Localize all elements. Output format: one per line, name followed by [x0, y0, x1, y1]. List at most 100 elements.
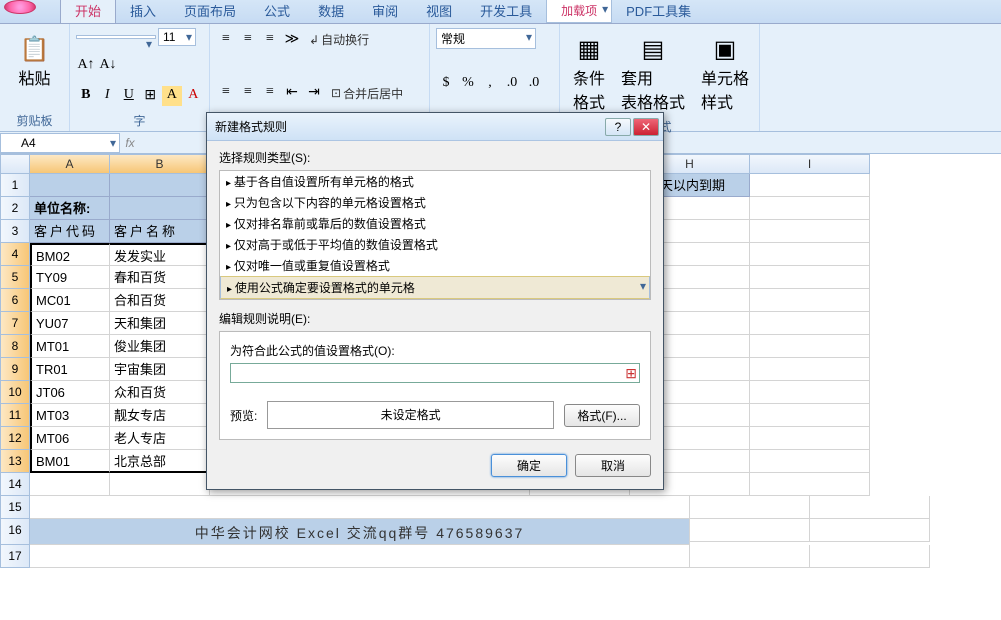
- select-all-corner[interactable]: [0, 154, 30, 174]
- row-header[interactable]: 2: [0, 197, 30, 220]
- row-header[interactable]: 12: [0, 427, 30, 450]
- cell[interactable]: [750, 289, 870, 312]
- tab-home[interactable]: 开始: [60, 0, 116, 23]
- cell[interactable]: MT01: [30, 335, 110, 358]
- indent-inc-button[interactable]: ⇥: [304, 83, 324, 103]
- dialog-titlebar[interactable]: 新建格式规则 ? ✕: [207, 113, 663, 141]
- font-color-button[interactable]: A: [184, 86, 204, 106]
- increase-font-button[interactable]: A↑: [76, 56, 96, 76]
- cell[interactable]: 北京总部: [110, 450, 210, 473]
- row-header[interactable]: 11: [0, 404, 30, 427]
- cell[interactable]: [750, 243, 870, 266]
- col-header-I[interactable]: I: [750, 154, 870, 174]
- fill-color-button[interactable]: A: [162, 86, 182, 106]
- row-header[interactable]: 3: [0, 220, 30, 243]
- cell[interactable]: TY09: [30, 266, 110, 289]
- tab-insert[interactable]: 插入: [116, 0, 170, 23]
- tab-view[interactable]: 视图: [412, 0, 466, 23]
- cell[interactable]: [690, 496, 810, 519]
- rule-type-item[interactable]: 仅对唯一值或重复值设置格式: [220, 255, 650, 276]
- dialog-close-button[interactable]: ✕: [633, 118, 659, 136]
- cell[interactable]: [690, 545, 810, 568]
- row-header[interactable]: 16: [0, 519, 30, 545]
- cell[interactable]: [30, 174, 110, 197]
- cell[interactable]: 俊业集团: [110, 335, 210, 358]
- tab-review[interactable]: 审阅: [358, 0, 412, 23]
- indent-dec-button[interactable]: ⇤: [282, 83, 302, 103]
- cell[interactable]: [110, 473, 210, 496]
- cell[interactable]: [750, 312, 870, 335]
- cell[interactable]: [750, 197, 870, 220]
- cell[interactable]: 众和百货: [110, 381, 210, 404]
- col-header-B[interactable]: B: [110, 154, 210, 174]
- cell-styles-button[interactable]: ▣单元格 样式: [694, 28, 756, 118]
- format-button[interactable]: 格式(F)...: [564, 404, 640, 427]
- cell[interactable]: 宇宙集团: [110, 358, 210, 381]
- cell[interactable]: MC01: [30, 289, 110, 312]
- cell[interactable]: 靓女专店: [110, 404, 210, 427]
- paste-button[interactable]: 📋 粘贴: [6, 28, 63, 94]
- cell[interactable]: 客户代码: [30, 220, 110, 243]
- cancel-button[interactable]: 取消: [575, 454, 651, 477]
- row-header[interactable]: 5: [0, 266, 30, 289]
- cell[interactable]: [30, 545, 690, 568]
- format-table-button[interactable]: ▤套用 表格格式: [614, 28, 692, 118]
- cell[interactable]: [110, 174, 210, 197]
- dec-decimal-button[interactable]: .0: [524, 74, 544, 94]
- cell[interactable]: [750, 381, 870, 404]
- cell[interactable]: [750, 404, 870, 427]
- cell[interactable]: [750, 358, 870, 381]
- comma-button[interactable]: ,: [480, 74, 500, 94]
- align-top-button[interactable]: ≡: [216, 30, 236, 50]
- row-header[interactable]: 10: [0, 381, 30, 404]
- tab-page-layout[interactable]: 页面布局: [170, 0, 250, 23]
- cell[interactable]: 天和集团: [110, 312, 210, 335]
- row-header[interactable]: 7: [0, 312, 30, 335]
- cell[interactable]: [750, 174, 870, 197]
- font-size-select[interactable]: 11: [158, 28, 196, 46]
- tab-formulas[interactable]: 公式: [250, 0, 304, 23]
- footer-cell[interactable]: 中华会计网校 Excel 交流qq群号 476589637: [30, 519, 690, 545]
- cell[interactable]: JT06: [30, 381, 110, 404]
- formula-input[interactable]: [230, 363, 640, 383]
- cell[interactable]: 发发实业: [110, 243, 210, 266]
- cell[interactable]: TR01: [30, 358, 110, 381]
- cell[interactable]: BM01: [30, 450, 110, 473]
- name-box[interactable]: A4: [0, 133, 120, 153]
- rule-type-item[interactable]: 基于各自值设置所有单元格的格式: [220, 171, 650, 192]
- cell[interactable]: [30, 496, 690, 519]
- ok-button[interactable]: 确定: [491, 454, 567, 477]
- row-header[interactable]: 8: [0, 335, 30, 358]
- align-bottom-button[interactable]: ≡: [260, 30, 280, 50]
- decrease-font-button[interactable]: A↓: [98, 56, 118, 76]
- align-center-button[interactable]: ≡: [238, 83, 258, 103]
- row-header[interactable]: 15: [0, 496, 30, 519]
- row-header[interactable]: 4: [0, 243, 30, 266]
- cell[interactable]: 老人专店: [110, 427, 210, 450]
- cell[interactable]: [30, 473, 110, 496]
- merge-center-button[interactable]: ⊡合并后居中: [326, 82, 408, 105]
- align-right-button[interactable]: ≡: [260, 83, 280, 103]
- cell[interactable]: [750, 266, 870, 289]
- cell[interactable]: [810, 545, 930, 568]
- cell[interactable]: [750, 427, 870, 450]
- underline-button[interactable]: U: [119, 86, 139, 106]
- cell[interactable]: [110, 197, 210, 220]
- rule-type-item[interactable]: 仅对排名靠前或靠后的数值设置格式: [220, 213, 650, 234]
- font-name-select[interactable]: [76, 35, 156, 39]
- office-button[interactable]: [4, 0, 36, 14]
- cell[interactable]: [750, 450, 870, 473]
- col-header-A[interactable]: A: [30, 154, 110, 174]
- fx-icon[interactable]: fx: [120, 136, 140, 150]
- cell[interactable]: [810, 496, 930, 519]
- cell[interactable]: 春和百货: [110, 266, 210, 289]
- cell[interactable]: MT06: [30, 427, 110, 450]
- rule-type-list[interactable]: 基于各自值设置所有单元格的格式 只为包含以下内容的单元格设置格式 仅对排名靠前或…: [219, 170, 651, 300]
- bold-button[interactable]: B: [76, 86, 96, 106]
- tab-pdf[interactable]: PDF工具集: [612, 0, 705, 23]
- dialog-help-button[interactable]: ?: [605, 118, 631, 136]
- align-middle-button[interactable]: ≡: [238, 30, 258, 50]
- cell[interactable]: MT03: [30, 404, 110, 427]
- cell[interactable]: 客户名称: [110, 220, 210, 243]
- row-header[interactable]: 14: [0, 473, 30, 496]
